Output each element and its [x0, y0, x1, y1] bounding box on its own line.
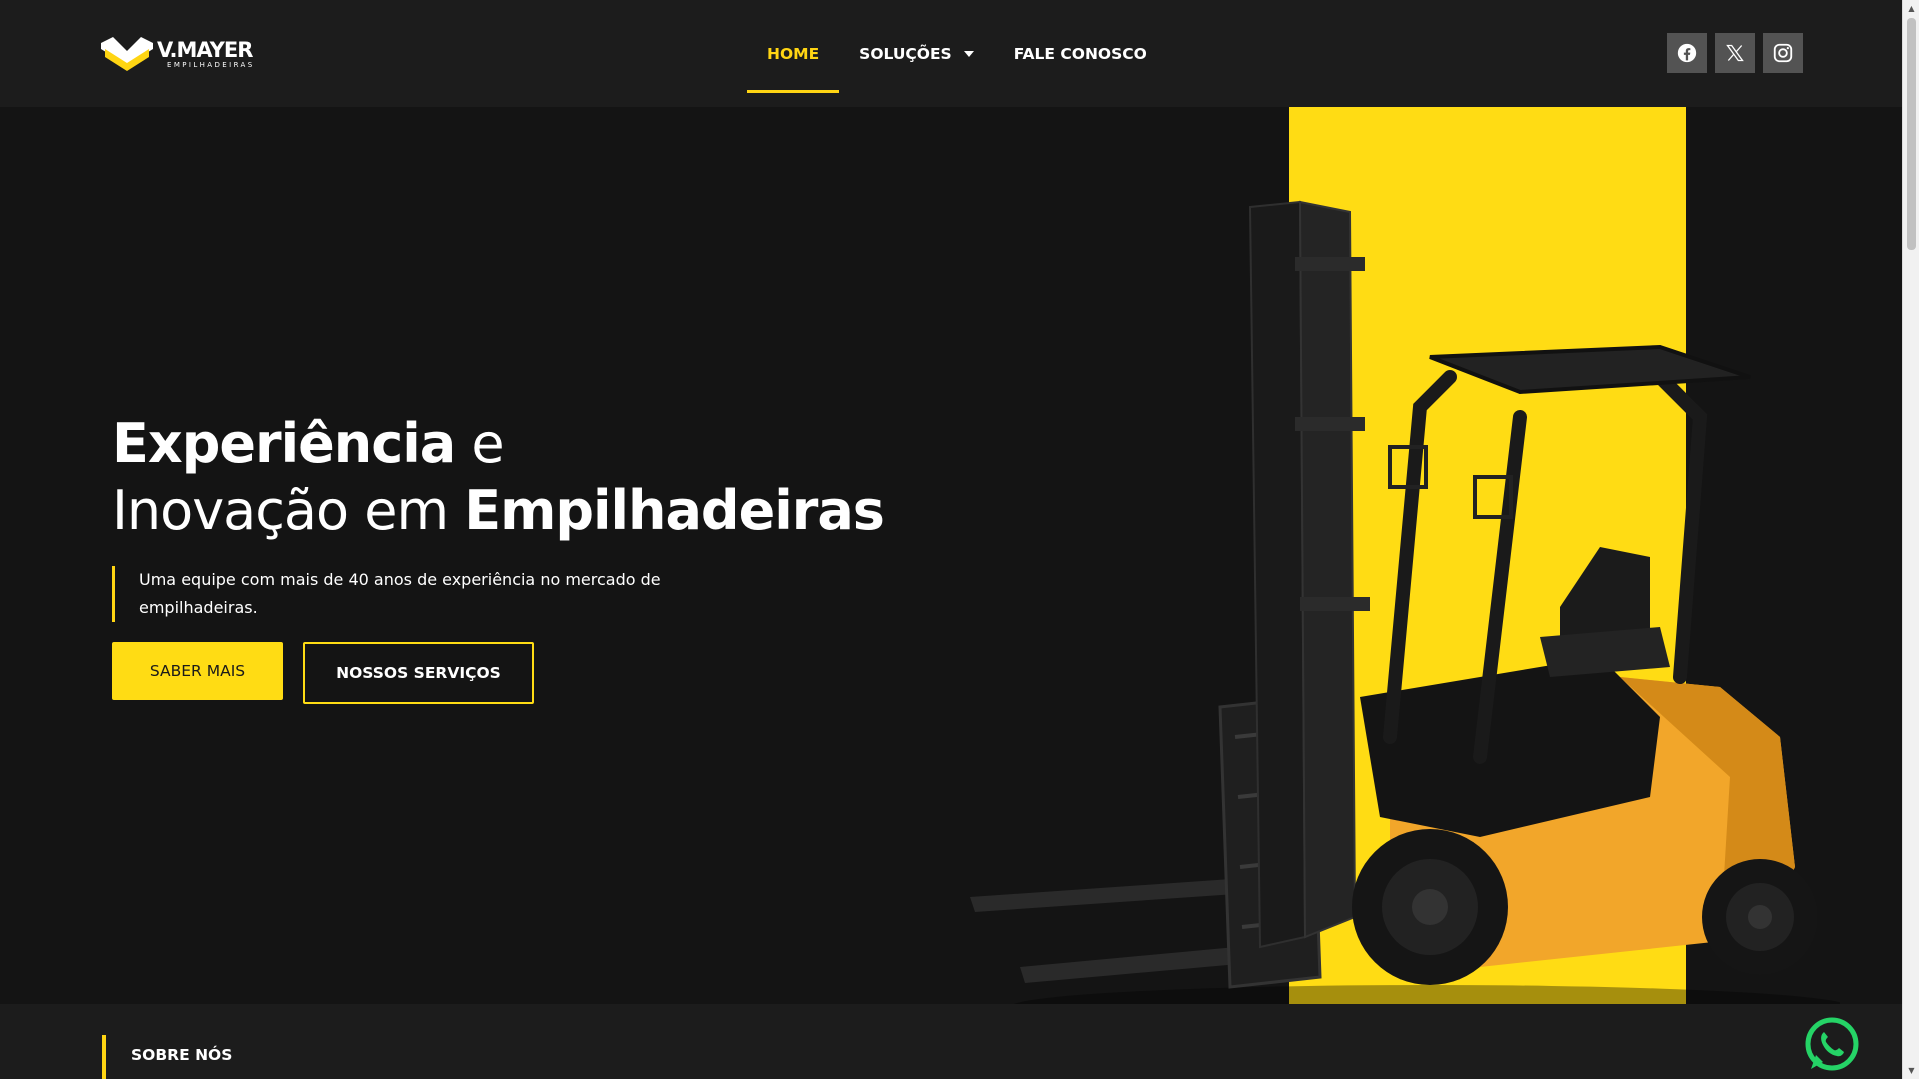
nav-item-label: SOLUÇÕES [859, 44, 952, 63]
logo-mark-icon [101, 37, 153, 71]
chevron-down-icon [963, 50, 974, 57]
x-twitter-icon [1726, 44, 1744, 62]
nossos-servicos-label: NOSSOS SERVIÇOS [336, 664, 501, 682]
facebook-icon [1677, 43, 1697, 63]
saber-mais-button[interactable]: SABER MAIS [112, 642, 283, 700]
scroll-up-icon[interactable]: ▲ [1903, 0, 1919, 17]
logo[interactable]: V.MAYER EMPILHADEIRAS [99, 35, 259, 73]
forklift-image [970, 200, 1840, 1029]
nav-item-fale-conosco[interactable]: FALE CONOSCO [994, 15, 1167, 93]
about-section: SOBRE NÓS [0, 1004, 1902, 1079]
saber-mais-label: SABER MAIS [149, 662, 246, 680]
hero-section: Experiência e Inovação em Empilhadeiras … [0, 107, 1902, 1029]
nav-item-label: FALE CONOSCO [1013, 44, 1147, 63]
page-scrollbar[interactable]: ▲ ▼ [1902, 0, 1919, 1079]
facebook-link[interactable] [1667, 33, 1707, 73]
nossos-servicos-button[interactable]: NOSSOS SERVIÇOS [303, 642, 534, 704]
headline-bold-1: Experiência [112, 412, 456, 475]
whatsapp-button[interactable] [1803, 1015, 1861, 1073]
scrollbar-thumb[interactable] [1907, 18, 1916, 250]
nav-item-label: HOME [767, 44, 820, 63]
x-twitter-link[interactable] [1715, 33, 1755, 73]
headline-light-1: e [455, 412, 504, 475]
whatsapp-icon [1805, 1017, 1859, 1071]
about-heading: SOBRE NÓS [102, 1035, 232, 1079]
nav-item-home[interactable]: HOME [747, 15, 840, 93]
scroll-down-icon[interactable]: ▼ [1903, 1062, 1919, 1079]
instagram-icon [1773, 43, 1793, 63]
instagram-link[interactable] [1763, 33, 1803, 73]
social-links [1667, 33, 1803, 73]
hero-headline: Experiência e Inovação em Empilhadeiras [112, 410, 885, 544]
site-header: V.MAYER EMPILHADEIRAS HOME SOLUÇÕES FALE… [0, 0, 1902, 107]
logo-brand: V.MAYER [157, 38, 253, 62]
hero-subtext: Uma equipe com mais de 40 anos de experi… [112, 566, 712, 622]
logo-tagline: EMPILHADEIRAS [167, 61, 255, 69]
nav-item-solucoes[interactable]: SOLUÇÕES [839, 15, 994, 93]
headline-bold-2: Empilhadeiras [464, 479, 885, 542]
headline-light-2: Inovação em [112, 479, 465, 542]
main-nav: HOME SOLUÇÕES FALE CONOSCO [747, 0, 1167, 107]
